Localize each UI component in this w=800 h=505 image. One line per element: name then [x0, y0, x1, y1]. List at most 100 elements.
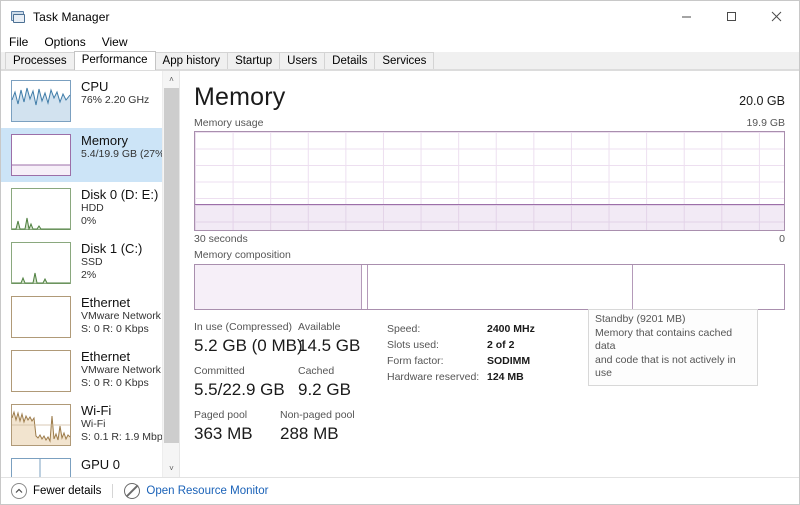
- graph-fill-area: [195, 203, 784, 230]
- sidebar-item-title: GPU 0: [81, 457, 121, 472]
- menu-view[interactable]: View: [102, 35, 128, 49]
- tab-users[interactable]: Users: [279, 52, 326, 70]
- window-title: Task Manager: [33, 9, 110, 24]
- stat-paged-label: Paged pool: [194, 409, 248, 421]
- sidebar-item-sub2: 0%: [81, 215, 97, 227]
- usage-graph-label: Memory usage: [194, 117, 264, 129]
- detail-hardware-key: Hardware reserved:: [387, 371, 480, 383]
- panel-header: Memory 20.0 GB: [194, 83, 785, 111]
- stat-committed-label: Committed: [194, 365, 245, 377]
- stat-in-use: In use (Compressed) 5.2 GB (0 MB): [194, 320, 303, 357]
- tab-performance[interactable]: Performance: [73, 51, 156, 70]
- stat-nonpaged-pool: Non-paged pool 288 MB: [280, 408, 355, 445]
- sidebar-item-text: Disk 0 (D: E:) HDD 0%: [81, 187, 158, 228]
- tooltip-line-1: Memory that contains cached data: [595, 326, 733, 353]
- detail-slots-key: Slots used:: [387, 339, 439, 351]
- gpu-sparkline-icon: [11, 458, 71, 477]
- usage-graph-labels: Memory usage 19.9 GB: [194, 117, 785, 129]
- detail-speed-key: Speed:: [387, 323, 421, 335]
- sidebar-item-title: Ethernet: [81, 295, 131, 310]
- stat-committed: Committed 5.5/22.9 GB: [194, 364, 298, 401]
- disk1-sparkline-icon: [11, 242, 71, 284]
- sidebar-item-sub2: S: 0 R: 0 Kbps: [81, 323, 149, 335]
- sidebar-scrollbar[interactable]: ˄ ˅: [162, 71, 179, 477]
- sidebar-item-text: GPU 0: [81, 457, 120, 472]
- memory-thumb-icon: [11, 134, 71, 176]
- minimize-button[interactable]: [664, 1, 709, 32]
- scrollbar-thumb[interactable]: [164, 88, 179, 443]
- sidebar-item-sub1: VMware Network ...: [81, 364, 163, 376]
- scroll-up-arrow[interactable]: ˄: [163, 71, 179, 88]
- tab-processes[interactable]: Processes: [5, 52, 75, 70]
- stat-in-use-value: 5.2 GB (0 MB): [194, 336, 303, 355]
- open-resource-monitor-label: Open Resource Monitor: [146, 485, 269, 497]
- detail-slots-value: 2 of 2: [487, 339, 515, 351]
- stat-nonpaged-label: Non-paged pool: [280, 409, 355, 421]
- sidebar-item-title: Disk 1 (C:): [81, 241, 143, 256]
- disk0-sparkline-icon: [11, 188, 71, 230]
- tab-strip: Processes Performance App history Startu…: [1, 51, 799, 71]
- sidebar-item-title: CPU: [81, 79, 109, 94]
- sidebar-item-sub1: Wi-Fi: [81, 418, 106, 430]
- detail-speed: Speed: 2400 MHz: [387, 321, 535, 337]
- menu-file[interactable]: File: [9, 35, 28, 49]
- sidebar-item-disk1[interactable]: Disk 1 (C:) SSD 2%: [1, 236, 163, 290]
- sidebar-item-ethernet-2[interactable]: Ethernet VMware Network ... S: 0 R: 0 Kb…: [1, 344, 163, 398]
- cpu-sparkline-icon: [11, 80, 71, 122]
- stat-available: Available 14.5 GB: [298, 320, 379, 357]
- usage-graph-max: 19.9 GB: [746, 117, 785, 129]
- title-bar: Task Manager: [1, 1, 799, 32]
- chevron-up-icon: [11, 483, 27, 499]
- resource-sidebar: CPU 76% 2.20 GHz Memory 5.4/19.9 GB (27%…: [1, 71, 180, 477]
- sidebar-item-text: Memory 5.4/19.9 GB (27%): [81, 133, 163, 161]
- sidebar-item-text: CPU 76% 2.20 GHz: [81, 79, 149, 107]
- detail-hardware-reserved: Hardware reserved: 124 MB: [387, 369, 535, 385]
- ethernet-sparkline-icon: [11, 296, 71, 338]
- sidebar-item-sub2: 2%: [81, 269, 97, 281]
- scroll-down-arrow[interactable]: ˅: [163, 460, 179, 477]
- detail-slots-used: Slots used: 2 of 2: [387, 337, 535, 353]
- usage-graph-axis: 30 seconds 0: [194, 233, 785, 245]
- stats-row-1: In use (Compressed) 5.2 GB (0 MB) Availa…: [194, 320, 379, 357]
- stats-right-column: Speed: 2400 MHz Slots used: 2 of 2 Form …: [379, 320, 535, 445]
- page-title: Memory: [194, 83, 286, 111]
- sidebar-item-disk0[interactable]: Disk 0 (D: E:) HDD 0%: [1, 182, 163, 236]
- sidebar-item-sub1: 76% 2.20 GHz: [81, 94, 150, 106]
- stat-cached: Cached 9.2 GB: [298, 364, 379, 401]
- detail-form-factor-key: Form factor:: [387, 355, 444, 367]
- sidebar-item-sub2: S: 0.1 R: 1.9 Mbps: [81, 431, 163, 443]
- menu-options[interactable]: Options: [44, 35, 85, 49]
- maximize-button[interactable]: [709, 1, 754, 32]
- sidebar-item-cpu[interactable]: CPU 76% 2.20 GHz: [1, 74, 163, 128]
- stats-row-2: Committed 5.5/22.9 GB Cached 9.2 GB: [194, 364, 379, 401]
- sidebar-item-ethernet-1[interactable]: Ethernet VMware Network ... S: 0 R: 0 Kb…: [1, 290, 163, 344]
- open-resource-monitor-button[interactable]: Open Resource Monitor: [124, 483, 268, 499]
- detail-hardware-value: 124 MB: [487, 371, 524, 383]
- tooltip-line-2: and code that is not actively in use: [595, 353, 736, 380]
- status-divider: [112, 484, 114, 498]
- stat-cached-value: 9.2 GB: [298, 380, 351, 399]
- ethernet2-sparkline-icon: [11, 350, 71, 392]
- task-manager-window: Task Manager File Options View Processes…: [0, 0, 800, 505]
- memory-detail-panel: Memory 20.0 GB Memory usage 19.9 GB 30 s…: [180, 71, 799, 477]
- stat-committed-value: 5.5/22.9 GB: [194, 380, 285, 399]
- status-bar: Fewer details Open Resource Monitor: [1, 477, 799, 504]
- tab-details[interactable]: Details: [324, 52, 376, 70]
- close-button[interactable]: [754, 1, 799, 32]
- fewer-details-button[interactable]: Fewer details: [11, 483, 101, 499]
- sidebar-item-memory[interactable]: Memory 5.4/19.9 GB (27%): [1, 128, 163, 182]
- standby-tooltip: Standby (9201 MB) Memory that contains c…: [588, 309, 758, 386]
- stat-cached-label: Cached: [298, 365, 335, 377]
- stats-left-column: In use (Compressed) 5.2 GB (0 MB) Availa…: [194, 320, 379, 445]
- tab-services[interactable]: Services: [374, 52, 435, 70]
- sidebar-item-gpu0[interactable]: GPU 0: [1, 452, 163, 477]
- sidebar-item-wifi[interactable]: Wi-Fi Wi-Fi S: 0.1 R: 1.9 Mbps: [1, 398, 163, 452]
- stat-nonpaged-value: 288 MB: [280, 424, 339, 443]
- sidebar-item-sub1: VMware Network ...: [81, 310, 163, 322]
- tab-app-history[interactable]: App history: [154, 52, 229, 70]
- memory-composition-bar[interactable]: [194, 264, 785, 310]
- composition-in-use-segment[interactable]: [195, 265, 362, 309]
- tab-startup[interactable]: Startup: [227, 52, 281, 70]
- sidebar-item-sub1: HDD: [81, 202, 104, 214]
- sidebar-item-title: Disk 0 (D: E:): [81, 187, 159, 202]
